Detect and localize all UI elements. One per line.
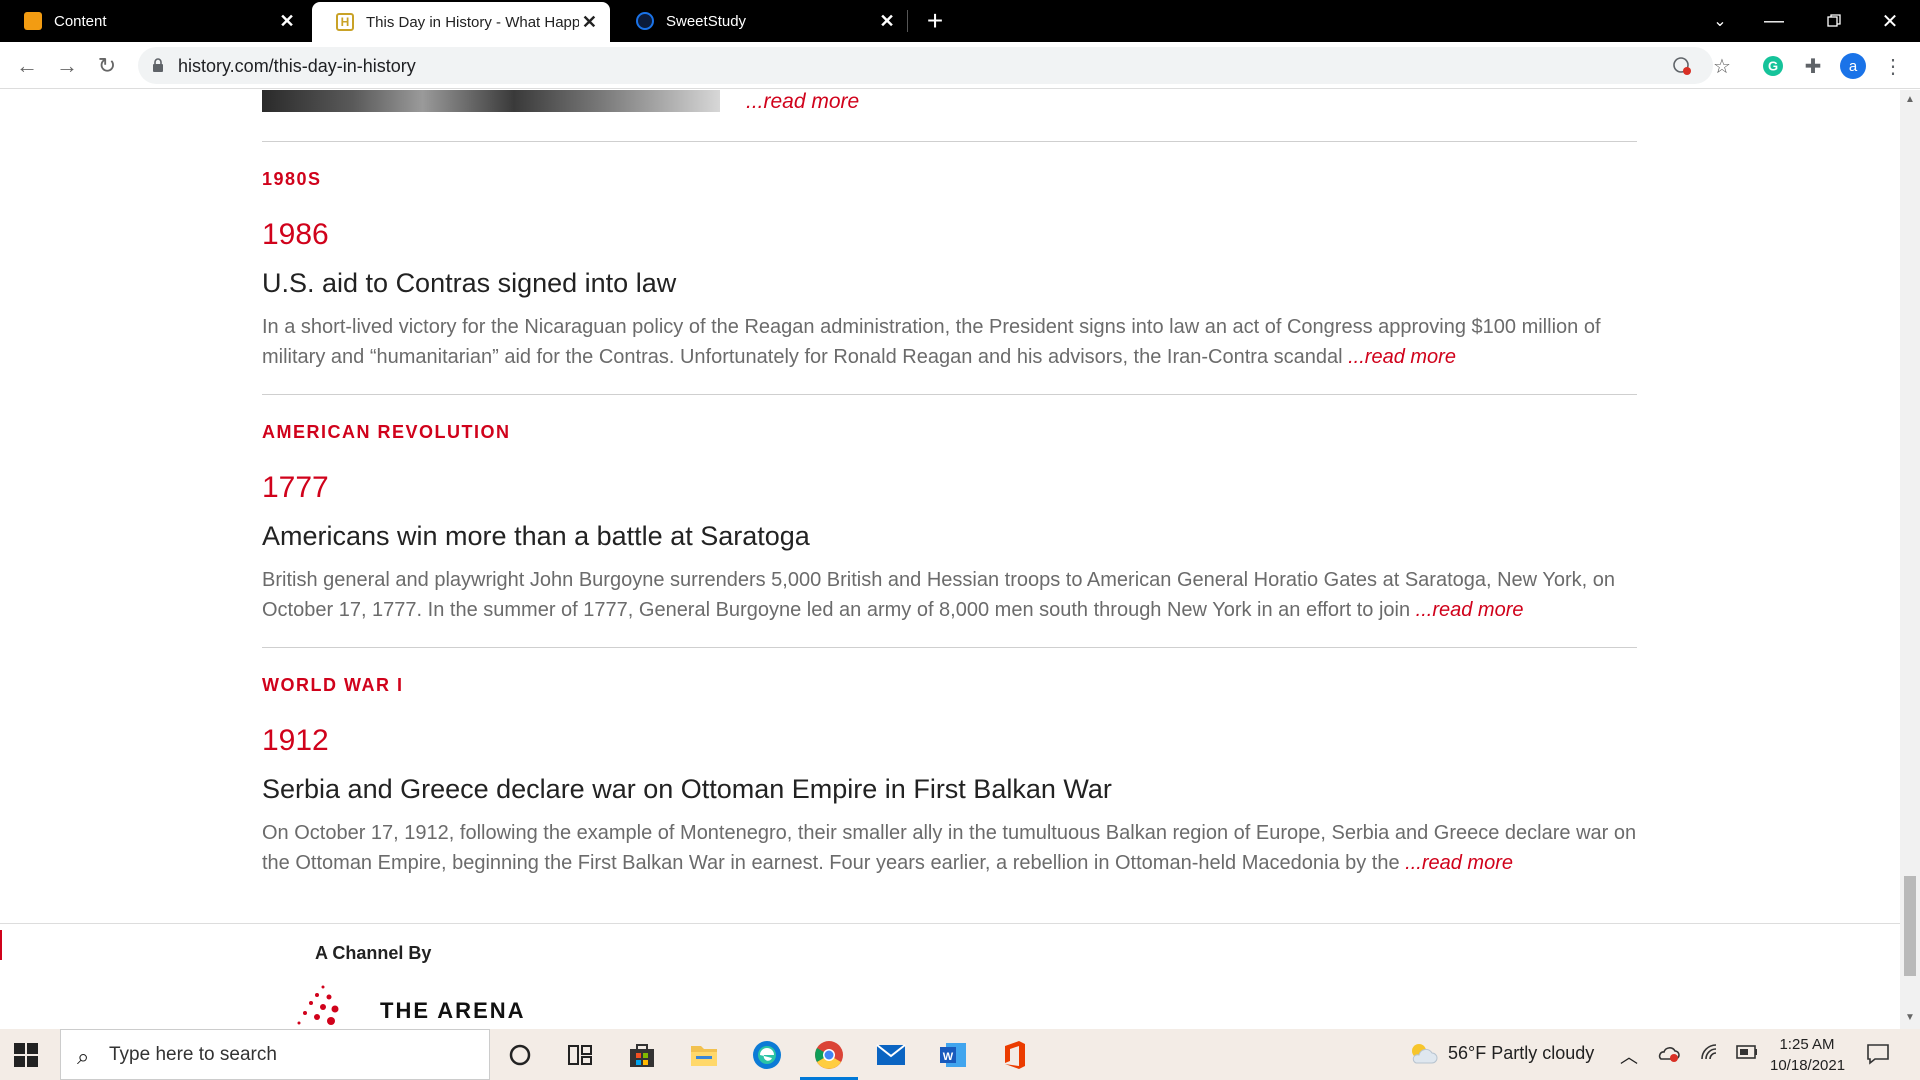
entry-summary-text: British general and playwright John Burg… [262, 569, 1615, 621]
notification-center-icon[interactable] [1866, 1042, 1890, 1066]
tab-separator [907, 10, 908, 32]
cortana-icon[interactable] [502, 1037, 538, 1073]
grammarly-icon[interactable]: G [1760, 53, 1786, 79]
restore-button[interactable] [1806, 0, 1862, 42]
history-entry: AMERICAN REVOLUTION 1777 Americans win m… [262, 422, 1637, 625]
entry-year: 1912 [262, 724, 329, 757]
close-window-button[interactable]: ✕ [1862, 0, 1918, 42]
weather-text[interactable]: 56°F Partly cloudy [1448, 1043, 1594, 1064]
tab-strip: Content ✕ H This Day in History - What H… [0, 0, 1920, 42]
close-icon[interactable]: ✕ [876, 10, 898, 32]
profile-initial: a [1840, 53, 1866, 79]
mail-icon[interactable] [873, 1037, 909, 1073]
new-tab-button[interactable]: + [920, 5, 950, 36]
entry-category[interactable]: AMERICAN REVOLUTION [262, 422, 1637, 444]
entry-headline[interactable]: U.S. aid to Contras signed into law [262, 266, 1637, 300]
chevron-up-icon[interactable]: ︿ [1620, 1043, 1638, 1069]
scroll-up-arrow-icon[interactable]: ▲ [1904, 94, 1916, 106]
minimize-button[interactable]: — [1746, 0, 1802, 42]
read-more-link[interactable]: ...read more [1405, 852, 1513, 874]
read-more-link[interactable]: ...read more [1416, 599, 1524, 621]
footer-divider [0, 923, 1900, 924]
entry-summary: In a short-lived victory for the Nicarag… [262, 312, 1637, 372]
battery-icon[interactable] [1736, 1043, 1758, 1066]
history-entry: 1980S 1986 U.S. aid to Contras signed in… [262, 169, 1637, 372]
entry-summary: British general and playwright John Burg… [262, 565, 1637, 625]
entry-summary: On October 17, 1912, following the examp… [262, 818, 1637, 878]
more-menu-icon[interactable]: ⋮ [1880, 53, 1906, 79]
onedrive-icon[interactable] [1656, 1043, 1680, 1068]
tab-title: This Day in History - What Happe [366, 13, 579, 31]
footer-accent [0, 930, 2, 960]
lock-icon [153, 58, 163, 72]
chrome-browser-icon[interactable] [811, 1037, 847, 1073]
sweetstudy-favicon-icon [636, 12, 654, 30]
entry-category[interactable]: 1980S [262, 169, 1637, 191]
channel-by-label: A Channel By [315, 943, 432, 963]
search-icon: ⌕ [77, 1044, 90, 1069]
read-more-link[interactable]: ...read more [746, 90, 859, 114]
windows-taskbar: ⌕ Type here to search W 56°F Partly clou… [0, 1029, 1920, 1080]
divider [262, 394, 1637, 395]
arena-brand-text[interactable]: THE ARENA [380, 998, 526, 1024]
address-bar[interactable]: history.com/this-day-in-history ☆ [138, 47, 1731, 84]
tab-this-day-in-history[interactable]: H This Day in History - What Happe ✕ [312, 2, 610, 42]
tab-search-chevron-icon[interactable]: ⌄ [1692, 0, 1748, 42]
office-icon[interactable] [997, 1037, 1033, 1073]
browser-toolbar: ← → ↻ history.com/this-day-in-history ☆ … [0, 42, 1920, 89]
divider [262, 141, 1637, 142]
bookmark-star-icon[interactable]: ☆ [1710, 54, 1734, 78]
svg-text:W: W [943, 1051, 954, 1063]
arena-logo-icon[interactable] [283, 983, 363, 1029]
history-favicon-icon: H [336, 13, 354, 31]
back-arrow-icon[interactable]: ← [12, 51, 42, 81]
entry-year: 1986 [262, 218, 329, 251]
url-text[interactable]: history.com/this-day-in-history [178, 56, 416, 77]
partly-cloudy-icon[interactable] [1408, 1041, 1438, 1067]
history-entry: WORLD WAR I 1912 Serbia and Greece decla… [262, 675, 1637, 878]
tab-title: Content [54, 12, 107, 30]
page-content: ...read more 1980S 1986 U.S. aid to Cont… [0, 90, 1900, 1029]
search-placeholder: Type here to search [109, 1044, 277, 1065]
entry-year: 1777 [262, 471, 329, 504]
divider [262, 647, 1637, 648]
scroll-down-arrow-icon[interactable]: ▼ [1904, 1012, 1916, 1024]
system-clock[interactable]: 1:25 AM 10/18/2021 [1770, 1034, 1846, 1076]
svg-text:G: G [1768, 59, 1778, 74]
content-favicon-icon [24, 12, 42, 30]
entry-headline[interactable]: Serbia and Greece declare war on Ottoman… [262, 772, 1637, 806]
forward-arrow-icon[interactable]: → [52, 51, 82, 81]
entry-category[interactable]: WORLD WAR I [262, 675, 1637, 697]
file-explorer-icon[interactable] [686, 1037, 722, 1073]
microsoft-store-icon[interactable] [624, 1037, 660, 1073]
task-view-icon[interactable] [562, 1037, 598, 1073]
reload-icon[interactable]: ↻ [92, 51, 122, 81]
tab-content[interactable]: Content ✕ [0, 0, 308, 42]
word-icon[interactable]: W [935, 1037, 971, 1073]
close-icon[interactable]: ✕ [579, 11, 600, 33]
taskbar-search-input[interactable]: ⌕ Type here to search [60, 1029, 490, 1080]
article-image [262, 90, 720, 112]
clock-time: 1:25 AM [1779, 1036, 1835, 1053]
tab-title: SweetStudy [666, 12, 747, 30]
edge-browser-icon[interactable] [749, 1037, 785, 1073]
clock-date: 10/18/2021 [1770, 1057, 1846, 1074]
entry-headline[interactable]: Americans win more than a battle at Sara… [262, 519, 1637, 553]
translate-blocked-icon[interactable] [1670, 54, 1694, 78]
wifi-icon[interactable] [1700, 1043, 1720, 1066]
close-icon[interactable]: ✕ [276, 10, 298, 32]
extensions-puzzle-icon[interactable]: ✚ [1800, 53, 1826, 79]
windows-start-icon[interactable] [14, 1043, 38, 1067]
scrollbar-thumb[interactable] [1904, 876, 1916, 976]
profile-avatar[interactable]: a [1840, 53, 1866, 79]
page-scrollbar[interactable]: ▲ ▼ [1900, 90, 1920, 1029]
tab-sweetstudy[interactable]: SweetStudy ✕ [612, 0, 908, 42]
read-more-link[interactable]: ...read more [1348, 346, 1456, 368]
